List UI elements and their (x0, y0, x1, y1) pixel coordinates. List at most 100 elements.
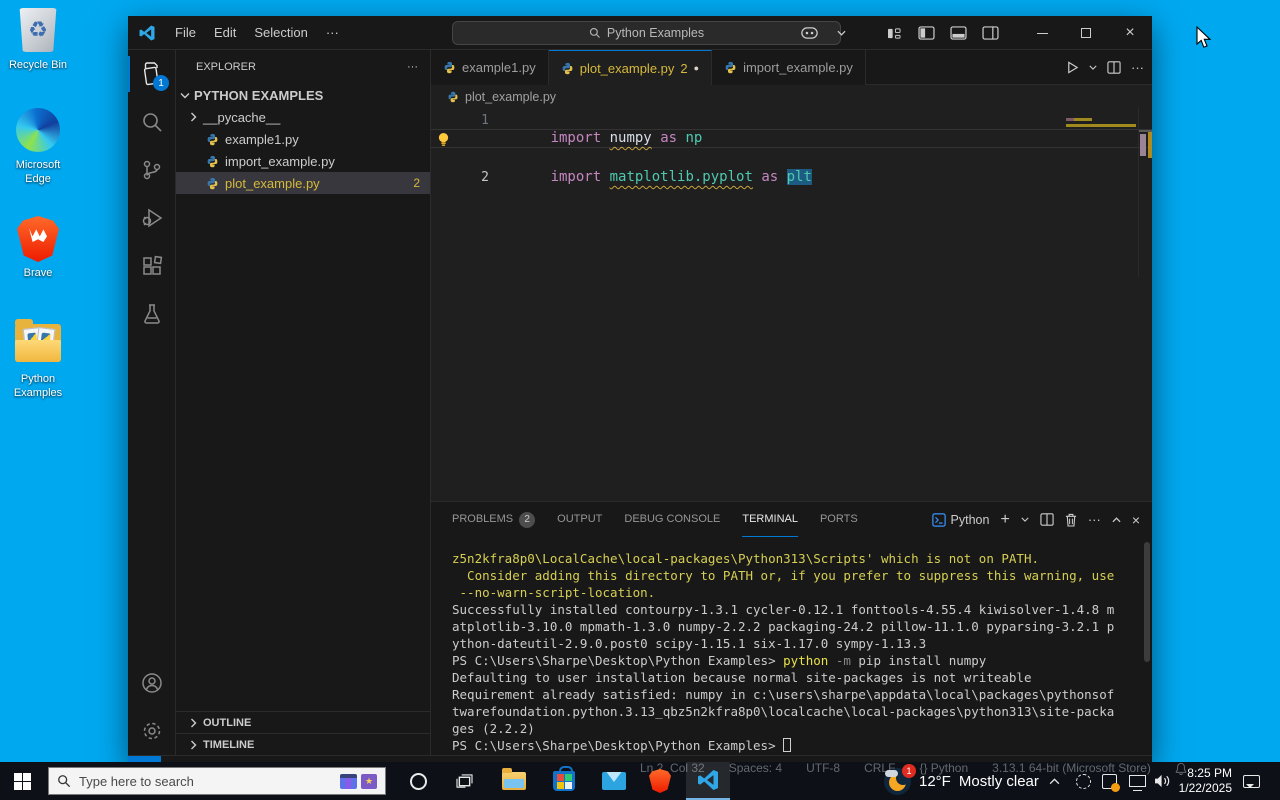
clipchamp-icon[interactable] (340, 773, 357, 789)
menu-edit[interactable]: Edit (205, 25, 245, 40)
terminal-command-line: PS C:\Users\Sharpe\Desktop\Python Exampl… (452, 653, 987, 668)
terminal-line: atplotlib-3.10.0 mpmath-1.3.0 numpy-2.2.… (452, 619, 1115, 634)
tray-onedrive-button[interactable] (1072, 762, 1094, 800)
editor-more-icon[interactable]: ··· (1131, 60, 1144, 75)
panel-tab-terminal[interactable]: TERMINAL (742, 502, 798, 537)
menu-file[interactable]: File (166, 25, 205, 40)
terminal-cursor (783, 738, 792, 752)
explorer-more-icon[interactable]: ··· (407, 61, 418, 73)
brave-button[interactable] (638, 762, 682, 800)
tree-item-import-example[interactable]: import_example.py (176, 150, 430, 172)
tree-item-example1[interactable]: example1.py (176, 128, 430, 150)
weather-condition: Mostly clear (958, 772, 1039, 790)
close-button[interactable]: × (1108, 17, 1152, 50)
desktop-icon-brave[interactable]: Brave (0, 216, 76, 280)
panel-tab-output[interactable]: OUTPUT (557, 502, 602, 537)
menu-selection[interactable]: Selection (245, 25, 316, 40)
desktop-icon-edge[interactable]: Microsoft Edge (0, 108, 76, 186)
breadcrumb[interactable]: plot_example.py (431, 85, 1152, 108)
windows-logo-icon (13, 772, 31, 790)
microsoft-store-button[interactable] (542, 762, 586, 800)
status-encoding[interactable]: UTF-8 (806, 761, 840, 775)
weather-widget[interactable]: 1 12°F Mostly clear (884, 762, 1039, 800)
tab-example1[interactable]: example1.py (431, 50, 549, 85)
minimap[interactable] (1064, 110, 1138, 170)
tray-update-button[interactable] (1098, 762, 1120, 800)
accounts-icon[interactable] (128, 659, 176, 707)
maximize-panel-icon[interactable] (1112, 516, 1121, 523)
close-panel-icon[interactable]: × (1132, 512, 1140, 528)
tree-root-python-examples[interactable]: PYTHON EXAMPLES (176, 84, 430, 106)
lightbulb-icon[interactable] (437, 132, 450, 147)
toggle-sidebar-icon[interactable] (913, 23, 939, 43)
extensions-icon[interactable] (128, 242, 176, 290)
terminal-output[interactable]: z5n2kfra8p0\LocalCache\local-packages\Py… (452, 550, 1134, 754)
run-button[interactable] (1066, 61, 1079, 74)
copilot-icon[interactable] (796, 23, 822, 43)
maximize-button[interactable] (1064, 17, 1108, 50)
settings-gear-icon[interactable] (128, 707, 176, 755)
shell-selector[interactable]: Python (931, 513, 989, 527)
status-indentation[interactable]: Spaces: 4 (729, 761, 782, 775)
task-view-button[interactable] (442, 762, 486, 800)
tray-volume-button[interactable] (1150, 762, 1174, 800)
tree-item-plot-example[interactable]: plot_example.py 2 (176, 172, 430, 194)
explorer-view-icon[interactable]: 1 (128, 50, 176, 98)
modified-dot-icon[interactable]: ● (694, 63, 699, 73)
action-center-button[interactable] (1236, 762, 1266, 800)
search-view-icon[interactable] (128, 98, 176, 146)
desktop-icon-recycle-bin[interactable]: ♻ Recycle Bin (0, 8, 76, 72)
panel-tab-debug-console[interactable]: DEBUG CONSOLE (624, 502, 720, 537)
terminal-scrollbar[interactable] (1144, 542, 1150, 662)
split-terminal-icon[interactable] (1040, 513, 1054, 526)
chevron-down-icon[interactable] (828, 23, 854, 43)
mail-button[interactable] (592, 762, 636, 800)
cortana-button[interactable] (396, 762, 440, 800)
vscode-window: File Edit Selection ··· ← → Python Examp… (128, 16, 1152, 763)
search-icon (58, 775, 71, 788)
bottom-panel: PROBLEMS 2 OUTPUT DEBUG CONSOLE TERMINAL … (431, 501, 1152, 755)
start-button[interactable] (0, 762, 44, 800)
vscode-logo-icon (128, 24, 166, 42)
clock-widget[interactable]: 8:25 PM 1/22/2025 (1178, 766, 1232, 796)
source-control-icon[interactable] (128, 146, 176, 194)
task-view-icon (455, 773, 473, 788)
panel-tab-problems[interactable]: PROBLEMS 2 (452, 502, 536, 537)
run-dropdown-icon[interactable] (1089, 65, 1097, 70)
menu-more[interactable]: ··· (317, 25, 348, 40)
edge-icon (16, 108, 60, 152)
taskbar-search-box[interactable]: Type here to search ★ (48, 767, 386, 795)
new-terminal-icon[interactable]: + (1000, 511, 1009, 529)
desktop-icon-label: Recycle Bin (8, 59, 68, 71)
timeline-section[interactable]: TIMELINE (176, 733, 430, 755)
customize-layout-icon[interactable] (881, 23, 907, 43)
outline-section[interactable]: OUTLINE (176, 711, 430, 733)
command-center-search[interactable]: Python Examples (452, 21, 841, 45)
desktop-icon-python-examples[interactable]: Python Examples (0, 319, 76, 400)
toggle-secondary-sidebar-icon[interactable] (977, 23, 1003, 43)
tray-expand-button[interactable] (1044, 762, 1064, 800)
desktop-icon-label: Microsoft Edge (15, 159, 61, 185)
minimize-button[interactable] (1020, 17, 1064, 50)
split-editor-icon[interactable] (1107, 61, 1121, 74)
chevron-right-icon (191, 718, 197, 727)
testing-icon[interactable] (128, 290, 176, 338)
run-debug-icon[interactable] (128, 194, 176, 242)
vscode-taskbar-button[interactable] (686, 762, 730, 800)
tab-import-example[interactable]: import_example.py (712, 50, 866, 85)
network-icon (1128, 775, 1146, 791)
file-explorer-button[interactable] (492, 762, 536, 800)
code-editor[interactable]: 1 import numpy as np 2 import matplotlib.p… (431, 108, 1152, 501)
brave-icon (17, 216, 59, 262)
overview-ruler[interactable] (1138, 108, 1152, 277)
panel-tab-ports[interactable]: PORTS (820, 502, 858, 537)
kill-terminal-icon[interactable] (1065, 513, 1077, 527)
tab-plot-example[interactable]: plot_example.py 2 ● (548, 50, 713, 85)
tray-network-button[interactable] (1126, 762, 1148, 800)
tree-item-pycache[interactable]: __pycache__ (176, 106, 430, 128)
news-icon[interactable]: ★ (361, 773, 377, 789)
desktop-icon-label: Brave (23, 267, 53, 279)
panel-more-icon[interactable]: ··· (1088, 512, 1101, 527)
toggle-panel-icon[interactable] (945, 23, 971, 43)
terminal-dropdown-icon[interactable] (1021, 517, 1029, 522)
